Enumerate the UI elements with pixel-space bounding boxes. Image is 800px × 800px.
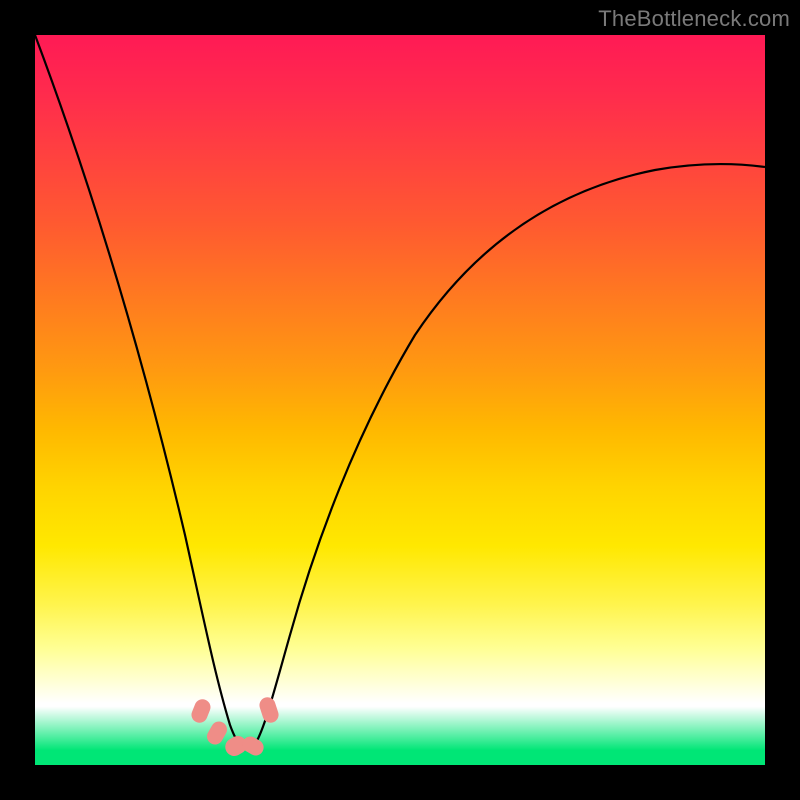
- watermark-text: TheBottleneck.com: [598, 6, 790, 32]
- curve-marker: [189, 697, 213, 725]
- curve-marker: [204, 719, 230, 748]
- curve-marker: [239, 734, 266, 759]
- plot-area: [35, 35, 765, 765]
- curve-svg: [35, 35, 765, 765]
- bottleneck-curve-path: [35, 35, 765, 749]
- marker-group: [189, 695, 281, 759]
- curve-marker: [257, 695, 280, 725]
- chart-frame: TheBottleneck.com: [0, 0, 800, 800]
